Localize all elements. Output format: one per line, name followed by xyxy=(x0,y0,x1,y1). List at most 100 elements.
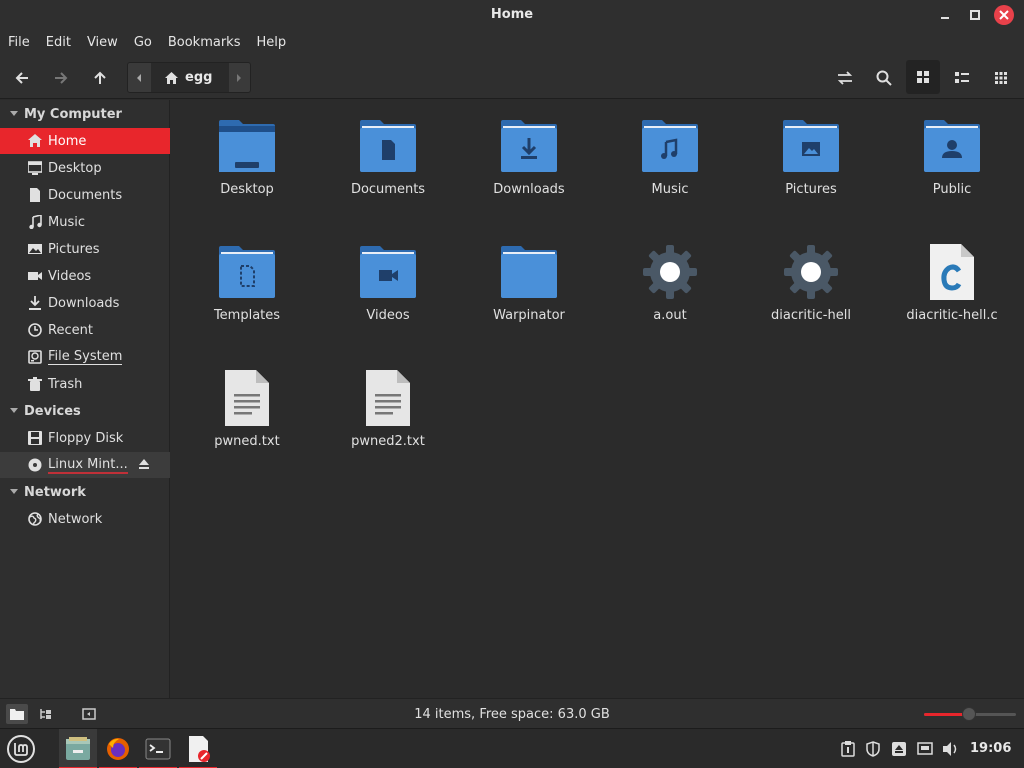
back-button[interactable] xyxy=(9,65,35,91)
file-name: pwned.txt xyxy=(214,434,280,449)
location-toggle-icon xyxy=(837,71,853,85)
menu-view[interactable]: View xyxy=(79,30,126,56)
terminal-icon xyxy=(145,738,171,760)
file-item[interactable]: a.out xyxy=(615,226,725,336)
menu-edit[interactable]: Edit xyxy=(38,30,79,56)
sidebar-section-label: My Computer xyxy=(24,106,122,122)
sidebar-item-recent[interactable]: Recent xyxy=(0,317,170,343)
network-wired-icon xyxy=(917,742,933,755)
toggle-location-button[interactable] xyxy=(832,65,858,91)
file-name: diacritic-hell xyxy=(771,308,851,323)
file-item[interactable]: Pictures xyxy=(756,100,866,210)
file-item[interactable]: pwned.txt xyxy=(192,352,302,462)
tray-shield[interactable] xyxy=(863,739,883,759)
sidebar-item-linux-mint[interactable]: Linux Mint... xyxy=(0,452,170,478)
file-item[interactable]: Downloads xyxy=(474,100,584,210)
eject-button[interactable] xyxy=(138,458,150,474)
chevron-left-icon xyxy=(137,73,141,82)
taskbar-terminal[interactable] xyxy=(139,729,177,768)
file-name: Downloads xyxy=(493,182,565,197)
music-icon xyxy=(28,215,42,229)
menu-help[interactable]: Help xyxy=(248,30,294,56)
file-item[interactable]: diacritic-hell xyxy=(756,226,866,336)
sidebar-item-label: Documents xyxy=(48,187,123,203)
sidebar-item-network[interactable]: Network xyxy=(0,506,170,532)
minimize-button[interactable] xyxy=(935,5,955,25)
compact-view-button[interactable] xyxy=(988,65,1014,91)
list-view-button[interactable] xyxy=(949,65,975,91)
tray-removable-drive[interactable] xyxy=(889,739,909,759)
sidebar-item-downloads[interactable]: Downloads xyxy=(0,290,170,316)
sidebar-item-desktop[interactable]: Desktop xyxy=(0,155,170,181)
close-button[interactable] xyxy=(994,5,1014,25)
document-icon xyxy=(28,188,42,202)
sidebar-item-label: Linux Mint... xyxy=(48,456,128,474)
file-item[interactable]: diacritic-hell.c xyxy=(897,226,1007,336)
breadcrumb-home[interactable]: egg xyxy=(151,63,229,92)
path-scroll-right-button[interactable] xyxy=(228,63,250,92)
file-name: diacritic-hell.c xyxy=(906,308,998,323)
picture-icon xyxy=(28,242,42,256)
up-button[interactable] xyxy=(87,65,113,91)
sidebar-item-videos[interactable]: Videos xyxy=(0,263,170,289)
maximize-button[interactable] xyxy=(965,5,985,25)
sidebar-item-documents[interactable]: Documents xyxy=(0,182,170,208)
file-name: Videos xyxy=(366,308,410,323)
sidebar-section-my-computer[interactable]: My Computer xyxy=(0,101,170,127)
menu-bookmarks[interactable]: Bookmarks xyxy=(160,30,249,56)
floppy-icon xyxy=(28,431,42,445)
file-item[interactable]: Templates xyxy=(192,226,302,336)
taskbar: 19:06 xyxy=(0,728,1024,768)
file-item[interactable]: Public xyxy=(897,100,1007,210)
folder-music-icon xyxy=(640,116,700,176)
sidebar-item-label: Downloads xyxy=(48,295,120,311)
folder-documents-icon xyxy=(358,116,418,176)
forward-button[interactable] xyxy=(48,65,74,91)
taskbar-firefox[interactable] xyxy=(99,729,137,768)
tray-network[interactable] xyxy=(915,739,935,759)
tray-volume[interactable] xyxy=(941,739,961,759)
sidebar-item-file-system[interactable]: File System xyxy=(0,344,170,370)
c-source-icon xyxy=(922,242,982,302)
sidebar-item-floppy-disk[interactable]: Floppy Disk xyxy=(0,425,170,451)
arrow-right-icon xyxy=(55,72,68,84)
executable-icon xyxy=(781,242,841,302)
menu-button[interactable] xyxy=(2,729,40,768)
folder-templates-icon xyxy=(217,242,277,302)
menu-go[interactable]: Go xyxy=(126,30,160,56)
sidebar-item-trash[interactable]: Trash xyxy=(0,371,170,397)
search-button[interactable] xyxy=(871,65,897,91)
clock[interactable]: 19:06 xyxy=(970,741,1011,756)
expander-icon xyxy=(10,408,18,413)
file-item[interactable]: Warpinator xyxy=(474,226,584,336)
file-item[interactable]: pwned2.txt xyxy=(333,352,443,462)
title-bar: Home xyxy=(0,0,1024,30)
file-item[interactable]: Desktop xyxy=(192,100,302,210)
sidebar-section-label: Devices xyxy=(24,403,81,419)
file-item[interactable]: Documents xyxy=(333,100,443,210)
sidebar-item-pictures[interactable]: Pictures xyxy=(0,236,170,262)
path-scroll-left-button[interactable] xyxy=(128,63,150,92)
file-item[interactable]: Music xyxy=(615,100,725,210)
menu-bar: File Edit View Go Bookmarks Help xyxy=(0,30,1024,56)
sidebar-item-home[interactable]: Home xyxy=(0,128,170,154)
sidebar-section-network[interactable]: Network xyxy=(0,479,170,505)
icon-view-button[interactable] xyxy=(906,60,940,94)
tray-update-manager[interactable] xyxy=(838,739,858,759)
home-icon xyxy=(28,134,42,148)
zoom-slider-handle[interactable] xyxy=(962,707,977,721)
file-manager-icon xyxy=(66,737,90,760)
arrow-left-icon xyxy=(15,72,28,84)
clock-icon xyxy=(28,323,42,337)
taskbar-files[interactable] xyxy=(59,729,97,768)
menu-file[interactable]: File xyxy=(0,30,38,56)
zoom-slider[interactable] xyxy=(924,707,1016,721)
sidebar-item-label: Trash xyxy=(48,376,83,392)
download-icon xyxy=(28,296,42,310)
close-icon xyxy=(999,10,1009,20)
taskbar-text-editor[interactable] xyxy=(179,729,217,768)
file-item[interactable]: Videos xyxy=(333,226,443,336)
sidebar-section-devices[interactable]: Devices xyxy=(0,398,170,424)
sidebar-item-music[interactable]: Music xyxy=(0,209,170,235)
sidebar-item-label: Home xyxy=(48,133,87,149)
